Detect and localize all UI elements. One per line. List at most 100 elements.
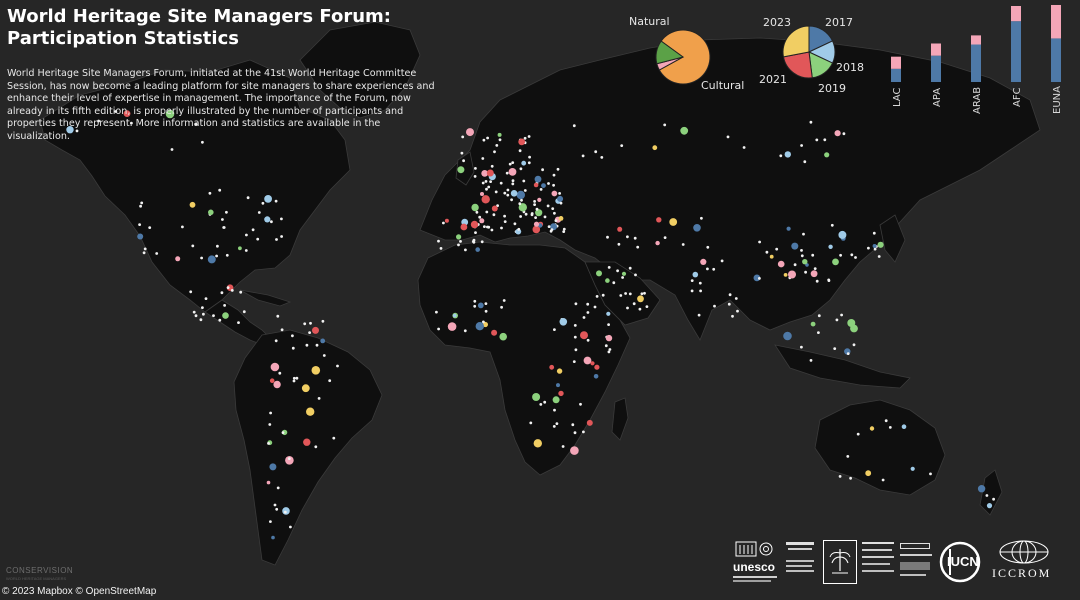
- site-marker[interactable]: [881, 478, 885, 482]
- site-marker[interactable]: [305, 343, 309, 347]
- site-marker[interactable]: [321, 319, 325, 323]
- site-marker[interactable]: [802, 259, 808, 265]
- site-marker[interactable]: [586, 338, 590, 342]
- site-marker[interactable]: [499, 332, 508, 341]
- site-marker[interactable]: [470, 220, 479, 229]
- site-marker[interactable]: [519, 167, 523, 171]
- site-marker[interactable]: [274, 199, 278, 203]
- site-marker[interactable]: [444, 218, 449, 223]
- site-marker[interactable]: [464, 248, 467, 252]
- site-marker[interactable]: [202, 312, 205, 316]
- site-marker[interactable]: [273, 380, 281, 389]
- site-marker[interactable]: [486, 169, 494, 177]
- site-marker[interactable]: [824, 152, 830, 158]
- site-marker[interactable]: [706, 267, 709, 271]
- site-marker[interactable]: [573, 431, 577, 435]
- site-marker[interactable]: [727, 302, 731, 306]
- site-marker[interactable]: [537, 197, 542, 202]
- site-marker[interactable]: [606, 235, 609, 239]
- site-marker[interactable]: [437, 327, 440, 331]
- site-marker[interactable]: [487, 185, 491, 189]
- site-marker[interactable]: [508, 168, 517, 176]
- site-marker[interactable]: [804, 270, 807, 274]
- site-marker[interactable]: [621, 276, 624, 279]
- site-marker[interactable]: [552, 173, 556, 177]
- site-marker[interactable]: [523, 136, 527, 140]
- site-marker[interactable]: [493, 150, 496, 154]
- site-marker[interactable]: [527, 135, 531, 138]
- site-marker[interactable]: [216, 244, 219, 248]
- site-marker[interactable]: [225, 210, 228, 214]
- site-marker[interactable]: [977, 485, 986, 493]
- site-marker[interactable]: [620, 144, 624, 148]
- site-marker[interactable]: [511, 161, 515, 165]
- site-marker[interactable]: [498, 138, 502, 142]
- site-marker[interactable]: [606, 311, 611, 316]
- site-marker[interactable]: [840, 313, 843, 317]
- site-marker[interactable]: [266, 480, 271, 485]
- site-marker[interactable]: [459, 240, 462, 243]
- site-marker[interactable]: [479, 218, 485, 224]
- site-marker[interactable]: [212, 314, 215, 317]
- site-marker[interactable]: [199, 318, 203, 322]
- site-marker[interactable]: [605, 278, 610, 283]
- site-marker[interactable]: [485, 210, 489, 214]
- site-marker[interactable]: [518, 149, 522, 153]
- site-marker[interactable]: [287, 457, 291, 460]
- site-marker[interactable]: [888, 426, 892, 429]
- site-marker[interactable]: [500, 226, 503, 230]
- site-marker[interactable]: [562, 230, 566, 234]
- site-marker[interactable]: [884, 419, 888, 423]
- site-marker[interactable]: [850, 324, 858, 333]
- site-marker[interactable]: [726, 135, 730, 139]
- site-marker[interactable]: [706, 245, 710, 249]
- bar-lac-blue[interactable]: [891, 68, 901, 82]
- site-marker[interactable]: [516, 190, 525, 200]
- site-marker[interactable]: [583, 356, 592, 365]
- site-marker[interactable]: [986, 503, 993, 509]
- site-marker[interactable]: [485, 187, 488, 191]
- site-marker[interactable]: [238, 246, 242, 251]
- site-marker[interactable]: [777, 260, 785, 268]
- site-marker[interactable]: [640, 292, 644, 296]
- site-marker[interactable]: [800, 249, 803, 252]
- site-marker[interactable]: [574, 302, 578, 306]
- site-marker[interactable]: [612, 281, 616, 285]
- site-marker[interactable]: [280, 235, 283, 238]
- mapbox-attribution-link[interactable]: © 2023 Mapbox: [2, 586, 73, 597]
- site-marker[interactable]: [628, 292, 632, 296]
- site-marker[interactable]: [543, 400, 547, 404]
- site-marker[interactable]: [242, 310, 246, 314]
- site-marker[interactable]: [270, 362, 280, 372]
- site-marker[interactable]: [251, 228, 255, 232]
- site-marker[interactable]: [189, 201, 196, 208]
- site-marker[interactable]: [478, 215, 482, 219]
- site-marker[interactable]: [500, 305, 503, 309]
- site-marker[interactable]: [511, 179, 515, 183]
- site-marker[interactable]: [245, 233, 248, 237]
- site-marker[interactable]: [547, 182, 550, 185]
- site-marker[interactable]: [594, 150, 598, 154]
- site-marker[interactable]: [490, 164, 494, 168]
- site-marker[interactable]: [533, 203, 536, 207]
- site-marker[interactable]: [553, 211, 556, 215]
- site-marker[interactable]: [621, 271, 627, 276]
- site-marker[interactable]: [239, 290, 243, 294]
- site-marker[interactable]: [813, 267, 817, 270]
- site-marker[interactable]: [278, 371, 282, 375]
- site-marker[interactable]: [558, 216, 564, 221]
- site-marker[interactable]: [276, 486, 280, 490]
- site-marker[interactable]: [669, 218, 678, 226]
- site-marker[interactable]: [645, 305, 649, 308]
- site-marker[interactable]: [289, 525, 292, 529]
- bar-afc-blue[interactable]: [1011, 21, 1021, 82]
- site-marker[interactable]: [616, 269, 619, 273]
- site-marker[interactable]: [447, 322, 457, 331]
- site-marker[interactable]: [475, 322, 484, 331]
- site-marker[interactable]: [850, 253, 854, 257]
- site-marker[interactable]: [191, 244, 195, 248]
- site-marker[interactable]: [314, 445, 318, 449]
- site-marker[interactable]: [208, 191, 212, 195]
- site-marker[interactable]: [473, 299, 477, 303]
- site-marker[interactable]: [580, 331, 588, 340]
